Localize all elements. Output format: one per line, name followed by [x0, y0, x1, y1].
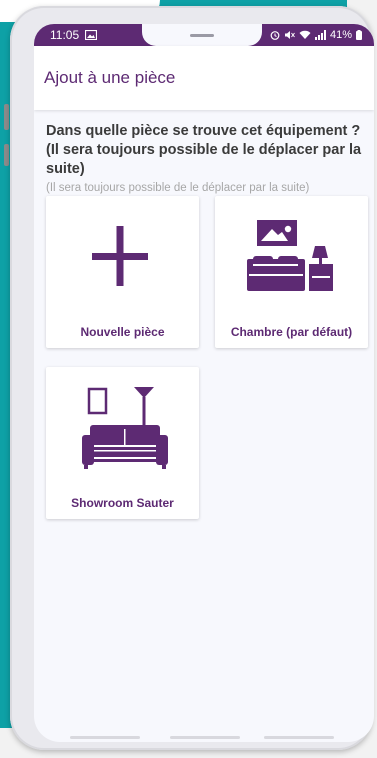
- image-icon: [85, 30, 98, 40]
- room-card-bedroom[interactable]: Chambre (par défaut): [215, 196, 368, 348]
- alarm-icon: [270, 31, 280, 40]
- speaker-slot: [190, 34, 214, 37]
- app-bar: Ajout à une pièce: [34, 46, 374, 110]
- question-text: Dans quelle pièce se trouve cet équipeme…: [46, 123, 362, 177]
- subtext: (Il sera toujours possible de le déplace…: [46, 182, 310, 194]
- plus-icon: [92, 226, 148, 286]
- room-card-label: Nouvelle pièce: [80, 325, 165, 339]
- wifi-icon: [299, 30, 311, 39]
- signal-icon: [314, 30, 326, 40]
- phone-frame: 11:05 41% Ajout à une pièce Dans quelle …: [10, 6, 374, 750]
- mute-icon: [284, 31, 295, 39]
- livingroom-icon: [82, 387, 168, 469]
- battery-icon: [356, 30, 362, 40]
- battery-percent: 41%: [329, 29, 352, 41]
- volume-down-button: [4, 144, 9, 166]
- volume-up-button: [4, 104, 9, 130]
- page-title: Ajout à une pièce: [44, 68, 176, 87]
- room-card-label: Showroom Sauter: [71, 496, 174, 510]
- status-time: 11:05: [50, 28, 80, 42]
- notch: [142, 24, 262, 46]
- nav-home-button[interactable]: [170, 736, 240, 739]
- nav-recent-button[interactable]: [70, 736, 140, 739]
- nav-back-button[interactable]: [264, 736, 334, 739]
- room-card-new[interactable]: Nouvelle pièce: [46, 196, 199, 348]
- room-card-showroom[interactable]: Showroom Sauter: [46, 367, 199, 519]
- screen: 11:05 41% Ajout à une pièce Dans quelle …: [34, 24, 374, 742]
- bedroom-icon: [247, 220, 333, 291]
- room-card-label: Chambre (par défaut): [230, 325, 353, 339]
